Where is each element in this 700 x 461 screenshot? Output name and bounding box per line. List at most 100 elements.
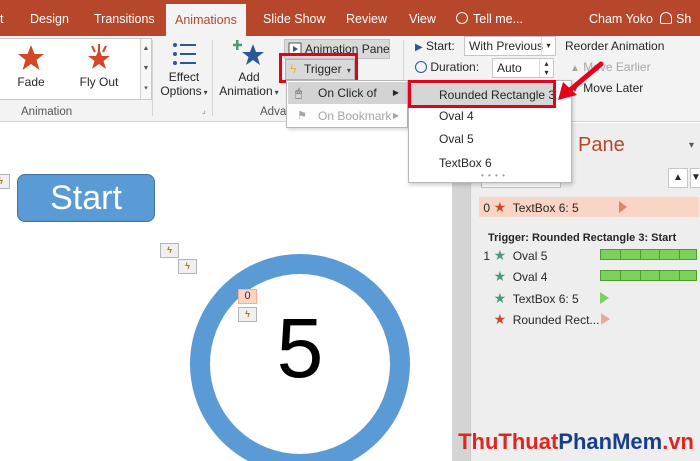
timeline-bar[interactable] bbox=[600, 249, 697, 260]
pane-animation-row[interactable]: 1 ★ Oval 5 bbox=[479, 245, 699, 265]
clock-icon bbox=[415, 61, 427, 73]
add-animation-line1: Add bbox=[238, 70, 260, 84]
dialog-launcher-icon[interactable]: ⌟ bbox=[202, 106, 206, 115]
tab-review[interactable]: Review bbox=[346, 0, 387, 36]
tell-me-text: Tell me... bbox=[473, 12, 524, 26]
ring-number[interactable]: 5 bbox=[190, 300, 410, 397]
pane-animation-row[interactable]: ★ TextBox 6: 5 bbox=[479, 288, 699, 308]
chevron-down-icon: ▾ bbox=[274, 88, 279, 97]
pane-scroll-up-icon[interactable]: ▲ bbox=[668, 168, 688, 188]
user-name[interactable]: Cham Yoko bbox=[589, 0, 653, 38]
tab-design[interactable]: Design bbox=[30, 0, 69, 36]
pane-animation-row[interactable]: ★ Rounded Rect... bbox=[479, 309, 699, 329]
gallery-up-icon[interactable]: ▲ bbox=[141, 39, 151, 59]
gallery-item-fly-out[interactable]: Fly Out bbox=[68, 43, 130, 97]
entrance-star-icon: ★ bbox=[493, 268, 507, 284]
trigger-section-header: Trigger: Rounded Rectangle 3: Start bbox=[488, 232, 677, 244]
pane-menu-icon[interactable]: ▾ bbox=[689, 140, 694, 151]
highlight-box-trigger bbox=[279, 53, 358, 83]
red-pointer-arrow bbox=[558, 61, 604, 100]
group-divider bbox=[152, 40, 153, 116]
menu-item-label: On Bookmark bbox=[318, 109, 392, 123]
gallery-item-label: Fly Out bbox=[79, 75, 119, 89]
menu-item-label: On Click of bbox=[318, 86, 377, 100]
share-button[interactable]: Sh bbox=[660, 0, 691, 38]
chevron-down-icon[interactable]: ▾ bbox=[541, 37, 555, 55]
start-text: Start bbox=[50, 179, 122, 217]
duration-value: Auto bbox=[497, 61, 522, 75]
row-label: Oval 5 bbox=[512, 249, 548, 263]
tell-me-box[interactable]: Tell me... bbox=[456, 0, 523, 36]
duration-label: Duration: bbox=[415, 60, 479, 74]
watermark-part1: ThuThuat bbox=[458, 429, 559, 454]
fade-star-icon bbox=[18, 45, 44, 70]
gallery-item-label: Fade bbox=[17, 75, 45, 89]
play-icon: ▶ bbox=[415, 42, 423, 53]
pane-animation-row[interactable]: 0 ★ TextBox 6: 5 bbox=[479, 197, 699, 217]
duration-label-text: Duration: bbox=[430, 60, 480, 74]
row-label: TextBox 6: 5 bbox=[512, 292, 579, 306]
start-label-text: Start: bbox=[426, 39, 455, 53]
row-label: Oval 4 bbox=[512, 270, 548, 284]
gallery-down-icon[interactable]: ▼ bbox=[141, 59, 151, 79]
tab-transitions[interactable]: Transitions bbox=[94, 0, 155, 36]
bookmark-icon: ⚑ bbox=[297, 110, 307, 122]
group-label-animation: Animation bbox=[21, 106, 73, 118]
timeline-marker[interactable] bbox=[601, 313, 610, 325]
submenu-item-oval-4[interactable]: Oval 4 bbox=[439, 109, 474, 123]
gallery-more-icon[interactable]: ▾ bbox=[141, 79, 151, 99]
entrance-star-icon: ★ bbox=[493, 247, 507, 263]
trigger-menu: 🖱 On Click of ▶ ⚑ On Bookmark ▶ bbox=[286, 80, 408, 128]
add-animation-star-icon bbox=[233, 40, 264, 65]
animation-number-tag[interactable]: 0 bbox=[238, 289, 257, 304]
animation-gallery: Fade Fly Out ▲ ▼ ▾ bbox=[0, 38, 152, 100]
start-select-value: With Previous bbox=[469, 39, 544, 53]
lightning-tag-icon[interactable]: ϟ bbox=[238, 307, 257, 322]
start-rounded-rectangle[interactable]: Start bbox=[17, 174, 155, 222]
start-select[interactable]: With Previous ▾ bbox=[464, 36, 556, 56]
row-index: 1 bbox=[483, 249, 490, 263]
effect-options-line2: Options bbox=[160, 84, 202, 98]
trigger-tag-icon[interactable]: ϟ bbox=[0, 174, 10, 189]
gallery-scrollbar[interactable]: ▲ ▼ ▾ bbox=[140, 39, 151, 99]
share-label: Sh bbox=[676, 12, 692, 26]
timeline-bar[interactable] bbox=[600, 270, 697, 281]
tab-animations[interactable]: Animations bbox=[166, 4, 246, 40]
tab-file[interactable]: t bbox=[0, 0, 3, 36]
submenu-item-oval-5[interactable]: Oval 5 bbox=[439, 132, 474, 146]
add-animation-button[interactable]: Add Animation ▾ bbox=[218, 38, 280, 98]
timeline-marker[interactable] bbox=[619, 201, 627, 213]
watermark-part3: .vn bbox=[662, 429, 694, 454]
lightning-tag-icon[interactable]: ϟ bbox=[178, 259, 197, 274]
spinner-arrows-icon[interactable]: ▴ ▾ bbox=[539, 59, 553, 77]
menu-item-on-bookmark[interactable]: ⚑ On Bookmark ▶ bbox=[288, 105, 407, 127]
tab-slide-show[interactable]: Slide Show bbox=[263, 0, 326, 36]
effect-options-icon bbox=[173, 43, 196, 65]
resize-grip-icon[interactable]: • • • • bbox=[481, 171, 506, 180]
gallery-item-fade[interactable]: Fade bbox=[0, 43, 62, 97]
add-animation-line2: Animation bbox=[219, 84, 273, 98]
effect-options-button[interactable]: Effect Options ▾ bbox=[159, 40, 209, 98]
person-icon bbox=[660, 12, 672, 24]
row-index: 0 bbox=[483, 201, 490, 215]
duration-spinner[interactable]: Auto ▴ ▾ bbox=[492, 58, 554, 78]
tab-view[interactable]: View bbox=[409, 0, 436, 36]
watermark: ThuThuatPhanMem.vn bbox=[458, 429, 694, 455]
start-label: ▶ Start: bbox=[415, 39, 455, 53]
lightning-tag-icon[interactable]: ϟ bbox=[160, 243, 179, 258]
watermark-part2: PhanMem bbox=[558, 429, 663, 454]
submenu-item-textbox-6[interactable]: TextBox 6 bbox=[439, 156, 492, 170]
submenu-arrow-icon: ▶ bbox=[392, 88, 399, 97]
mouse-icon: 🖱 bbox=[295, 86, 303, 100]
menu-item-on-click-of[interactable]: 🖱 On Click of ▶ bbox=[288, 82, 407, 104]
pane-animation-row[interactable]: ★ Oval 4 bbox=[479, 266, 699, 286]
fly-out-star-icon bbox=[88, 44, 110, 69]
row-label: Rounded Rect... bbox=[512, 313, 600, 327]
highlight-box-rounded-rectangle bbox=[408, 80, 556, 108]
timeline-marker[interactable] bbox=[600, 292, 609, 304]
group-divider bbox=[212, 40, 213, 116]
pane-scroll-down-icon[interactable]: ▼ bbox=[690, 168, 700, 188]
submenu-arrow-icon: ▶ bbox=[392, 111, 399, 120]
pane-title: Pane bbox=[578, 134, 625, 156]
chevron-down-icon: ▾ bbox=[203, 88, 208, 97]
